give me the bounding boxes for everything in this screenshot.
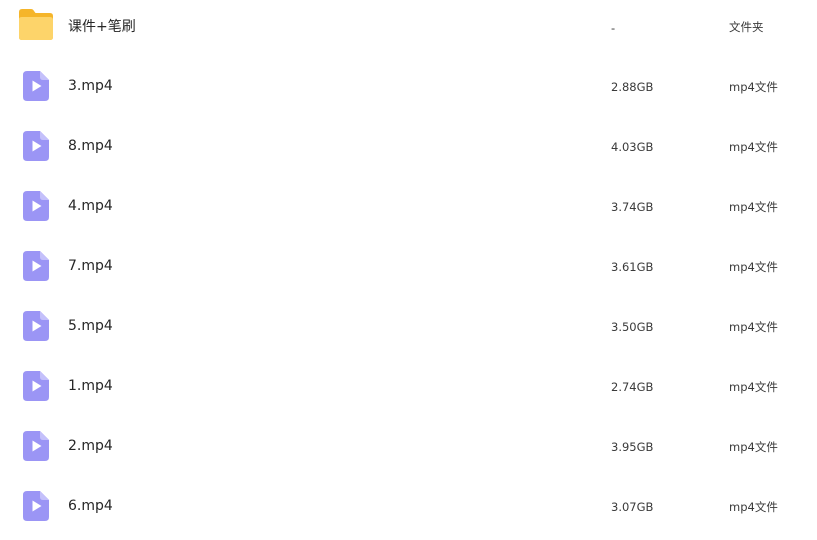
video-file-icon bbox=[23, 191, 49, 221]
file-name: 课件+笔刷 bbox=[68, 19, 136, 35]
file-size: 4.03GB bbox=[611, 140, 654, 154]
file-row[interactable]: 5.mp4 3.50GB mp4文件 bbox=[0, 300, 817, 360]
file-row[interactable]: 4.mp4 3.74GB mp4文件 bbox=[0, 180, 817, 240]
file-type: mp4文件 bbox=[729, 80, 778, 94]
video-file-icon bbox=[23, 371, 49, 401]
file-row[interactable]: 8.mp4 4.03GB mp4文件 bbox=[0, 120, 817, 180]
file-type: mp4文件 bbox=[729, 440, 778, 454]
video-file-icon bbox=[23, 431, 49, 461]
file-name: 5.mp4 bbox=[68, 318, 113, 334]
file-name: 6.mp4 bbox=[68, 498, 113, 514]
file-row[interactable]: 3.mp4 2.88GB mp4文件 bbox=[0, 60, 817, 120]
file-row[interactable]: 7.mp4 3.61GB mp4文件 bbox=[0, 240, 817, 300]
video-file-icon bbox=[23, 131, 49, 161]
file-type: mp4文件 bbox=[729, 140, 778, 154]
file-size: 3.07GB bbox=[611, 500, 654, 514]
file-name: 4.mp4 bbox=[68, 198, 113, 214]
file-size: 2.88GB bbox=[611, 80, 654, 94]
file-type: mp4文件 bbox=[729, 200, 778, 214]
file-name: 3.mp4 bbox=[68, 78, 113, 94]
file-row[interactable]: 2.mp4 3.95GB mp4文件 bbox=[0, 420, 817, 480]
folder-icon bbox=[19, 9, 53, 40]
video-file-icon bbox=[23, 311, 49, 341]
video-file-icon bbox=[23, 71, 49, 101]
file-size: 3.61GB bbox=[611, 260, 654, 274]
file-size: 3.95GB bbox=[611, 440, 654, 454]
file-type: 文件夹 bbox=[729, 20, 764, 34]
file-size: - bbox=[611, 21, 616, 35]
video-file-icon bbox=[23, 491, 49, 521]
file-row-folder[interactable]: 课件+笔刷 - 文件夹 bbox=[0, 0, 817, 60]
file-name: 8.mp4 bbox=[68, 138, 113, 154]
file-name: 1.mp4 bbox=[68, 378, 113, 394]
file-size: 3.74GB bbox=[611, 200, 654, 214]
file-type: mp4文件 bbox=[729, 500, 778, 514]
video-file-icon bbox=[23, 251, 49, 281]
file-row[interactable]: 1.mp4 2.74GB mp4文件 bbox=[0, 360, 817, 420]
file-name: 7.mp4 bbox=[68, 258, 113, 274]
file-list: 课件+笔刷 - 文件夹 3.mp4 2.88GB mp4文件 8.mp4 4.0… bbox=[0, 0, 817, 540]
file-type: mp4文件 bbox=[729, 380, 778, 394]
file-type: mp4文件 bbox=[729, 320, 778, 334]
file-name: 2.mp4 bbox=[68, 438, 113, 454]
file-row[interactable]: 6.mp4 3.07GB mp4文件 bbox=[0, 480, 817, 540]
file-type: mp4文件 bbox=[729, 260, 778, 274]
file-size: 2.74GB bbox=[611, 380, 654, 394]
file-size: 3.50GB bbox=[611, 320, 654, 334]
